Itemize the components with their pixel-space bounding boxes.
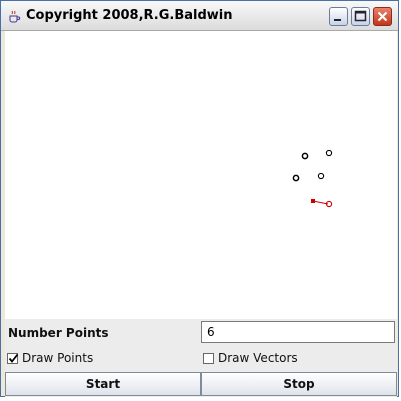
number-points-input[interactable] — [201, 321, 395, 343]
checkmark-icon — [8, 353, 19, 363]
point-marker — [301, 152, 309, 160]
draw-vectors-checkbox[interactable] — [203, 352, 214, 364]
drawing-canvas[interactable] — [5, 31, 397, 319]
start-button[interactable]: Start — [5, 372, 201, 396]
draw-vectors-checkbox-row[interactable]: Draw Vectors — [203, 351, 298, 365]
draw-points-checkbox-row[interactable]: Draw Points — [7, 351, 93, 365]
window-title: Copyright 2008,R.G.Baldwin — [26, 8, 233, 23]
vector-start-marker — [311, 199, 315, 203]
close-button[interactable] — [373, 7, 392, 26]
point-marker — [317, 172, 325, 180]
app-window: Copyright 2008,R.G.Baldwin Number Points… — [0, 0, 399, 397]
point-marker — [292, 174, 300, 182]
stop-button[interactable]: Stop — [201, 372, 397, 396]
control-panel: Number Points Draw Points Draw Vectors S… — [5, 319, 397, 397]
title-bar[interactable]: Copyright 2008,R.G.Baldwin — [1, 1, 398, 31]
maximize-icon — [354, 10, 367, 22]
draw-points-label: Draw Points — [22, 351, 94, 365]
point-marker — [325, 149, 333, 157]
close-icon — [377, 11, 388, 22]
vector-line — [312, 200, 329, 205]
draw-vectors-label: Draw Vectors — [218, 351, 298, 365]
draw-points-checkbox[interactable] — [7, 352, 19, 364]
number-points-label: Number Points — [8, 326, 109, 340]
java-cup-icon — [7, 9, 21, 23]
point-plot — [292, 149, 333, 208]
minimize-icon — [334, 19, 341, 21]
minimize-button[interactable] — [329, 7, 348, 26]
maximize-button[interactable] — [351, 7, 370, 26]
